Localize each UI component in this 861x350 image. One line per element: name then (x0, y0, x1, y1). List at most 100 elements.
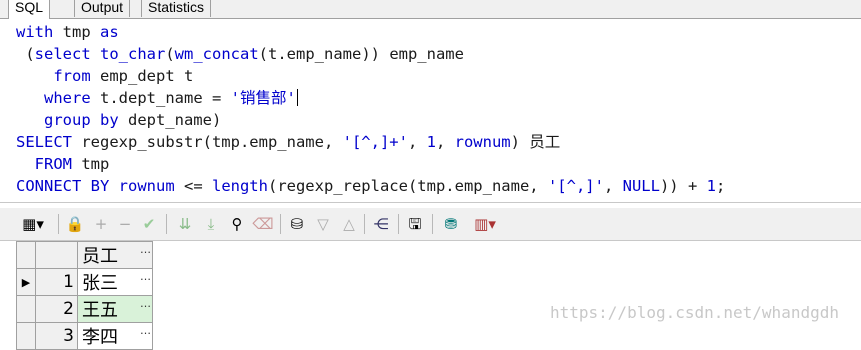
code-token: NULL (622, 177, 660, 195)
toolbar-separator (58, 214, 59, 234)
code-token: tmp (81, 155, 110, 173)
code-line: FROM tmp (16, 153, 110, 175)
code-token: select (34, 45, 100, 63)
row-number: 3 (35, 322, 78, 350)
export-icon[interactable]: ⛃ (440, 214, 462, 234)
column-header-employee[interactable]: 员工 … (77, 241, 153, 269)
query-by-example-icon[interactable]: ⛁ (286, 214, 308, 234)
cell-ellipsis-button[interactable]: … (140, 297, 151, 310)
results-grid: 员工 … ▶ 1 张三 … 2 王五 … 3 李四 … (16, 241, 153, 350)
chart-menu-icon[interactable]: ▥▾ (468, 214, 502, 234)
code-token: where (16, 89, 100, 107)
cell-ellipsis-button[interactable]: … (140, 270, 151, 283)
column-header-ellipsis[interactable]: … (140, 243, 151, 256)
sql-tree-icon[interactable]: ⋲ (370, 214, 392, 234)
toolbar-separator (398, 214, 399, 234)
code-token: , (435, 133, 455, 151)
code-token: (regexp_replace(tmp.emp_name, (267, 177, 548, 195)
code-token: <= (183, 177, 212, 195)
code-token: to_char (100, 45, 166, 63)
grid-menu-icon[interactable]: ▦▾ (20, 214, 46, 234)
code-token: SELECT (16, 133, 82, 151)
filter-down-icon[interactable]: ▽ (312, 214, 334, 234)
code-token: length (211, 177, 268, 195)
code-token: (t.emp_name)) emp_name (258, 45, 464, 63)
text-caret (296, 89, 298, 106)
row-number: 2 (35, 295, 78, 323)
code-token: wm_concat (174, 45, 259, 63)
code-token: with (16, 23, 63, 41)
row-indicator (16, 322, 36, 350)
code-token: rownum (118, 177, 184, 195)
code-token: ( (16, 45, 35, 63)
clear-icon[interactable]: ⌫ (252, 214, 274, 234)
find-icon[interactable]: ⚲ (226, 214, 248, 234)
code-token: tmp (62, 23, 100, 41)
save-icon[interactable]: 🖫 (404, 214, 426, 234)
row-number-header (35, 241, 78, 269)
code-token: t.dept_name = (100, 89, 231, 107)
code-token: dept_name) (127, 111, 222, 129)
grid-cell[interactable]: 李四 … (77, 322, 153, 350)
row-indicator (16, 295, 36, 323)
code-token: , (603, 177, 623, 195)
code-token: group by (16, 111, 128, 129)
post-record-icon[interactable]: ✔ (138, 214, 160, 234)
code-token: as (100, 23, 119, 41)
results-toolbar: ▦▾ 🔒 + − ✔ ⇊ ⤓ ⚲ ⌫ ⛁ ▽ △ ⋲ 🖫 ⛃ ▥▾ (0, 208, 861, 241)
code-line: with tmp as (16, 21, 119, 43)
delete-record-icon[interactable]: − (114, 214, 136, 234)
code-line: where t.dept_name = '销售部' (16, 87, 298, 109)
row-number: 1 (35, 268, 78, 296)
tab-output-label: Output (81, 0, 124, 15)
code-line: group by dept_name) (16, 109, 221, 131)
grid-corner (16, 241, 36, 269)
code-token: rownum (454, 133, 511, 151)
code-token: ; (715, 177, 726, 195)
code-line: (select to_char(wm_concat(t.emp_name)) e… (16, 43, 464, 65)
grid-cell[interactable]: 张三 … (77, 268, 153, 296)
filter-up-icon[interactable]: △ (338, 214, 360, 234)
watermark: https://blog.csdn.net/whandgdh (550, 303, 839, 322)
tab-sql[interactable]: SQL (8, 0, 51, 19)
code-token: , (407, 133, 427, 151)
toolbar-separator (280, 214, 281, 234)
fetch-last-icon[interactable]: ⤓ (200, 214, 222, 234)
toolbar-separator (364, 214, 365, 234)
tab-statistics[interactable]: Statistics (141, 0, 212, 17)
grid-cell[interactable]: 王五 … (77, 295, 153, 323)
tab-statistics-label: Statistics (148, 0, 205, 15)
code-token: '[^,]+' (342, 133, 408, 151)
lock-icon[interactable]: 🔒 (64, 214, 86, 234)
cell-value: 王五 (82, 300, 118, 321)
code-line: CONNECT BY rownum <= length(regexp_repla… (16, 175, 725, 197)
code-token: CONNECT BY (16, 177, 119, 195)
tab-bar: SQL Output Statistics (0, 0, 861, 19)
toolbar-separator (166, 214, 167, 234)
code-token: )) + (659, 177, 707, 195)
code-token: 1 (426, 133, 436, 151)
cell-value: 张三 (82, 273, 118, 294)
cell-ellipsis-button[interactable]: … (140, 324, 151, 337)
table-row[interactable]: 2 王五 … (16, 295, 153, 323)
table-row[interactable]: ▶ 1 张三 … (16, 268, 153, 296)
sql-editor[interactable]: with tmp as (select to_char(wm_concat(t.… (0, 19, 861, 203)
add-record-icon[interactable]: + (90, 214, 112, 234)
column-header-label: 员工 (82, 246, 118, 267)
table-row[interactable]: 3 李四 … (16, 322, 153, 350)
code-token: 1 (706, 177, 716, 195)
fetch-next-icon[interactable]: ⇊ (174, 214, 196, 234)
code-token: ) 员工 (510, 133, 561, 151)
cell-value: 李四 (82, 327, 118, 348)
toolbar-separator (432, 214, 433, 234)
tab-sql-label: SQL (15, 0, 44, 15)
current-row-pointer-icon: ▶ (16, 268, 36, 296)
code-token: from (16, 67, 100, 85)
code-token: regexp_substr(tmp.emp_name, (81, 133, 343, 151)
tab-output[interactable]: Output (74, 0, 131, 17)
code-line: from emp_dept t (16, 65, 193, 87)
code-token: '销售部' (230, 89, 296, 107)
grid-header-row: 员工 … (16, 241, 153, 269)
code-token: FROM (16, 155, 82, 173)
code-token: ( (165, 45, 175, 63)
